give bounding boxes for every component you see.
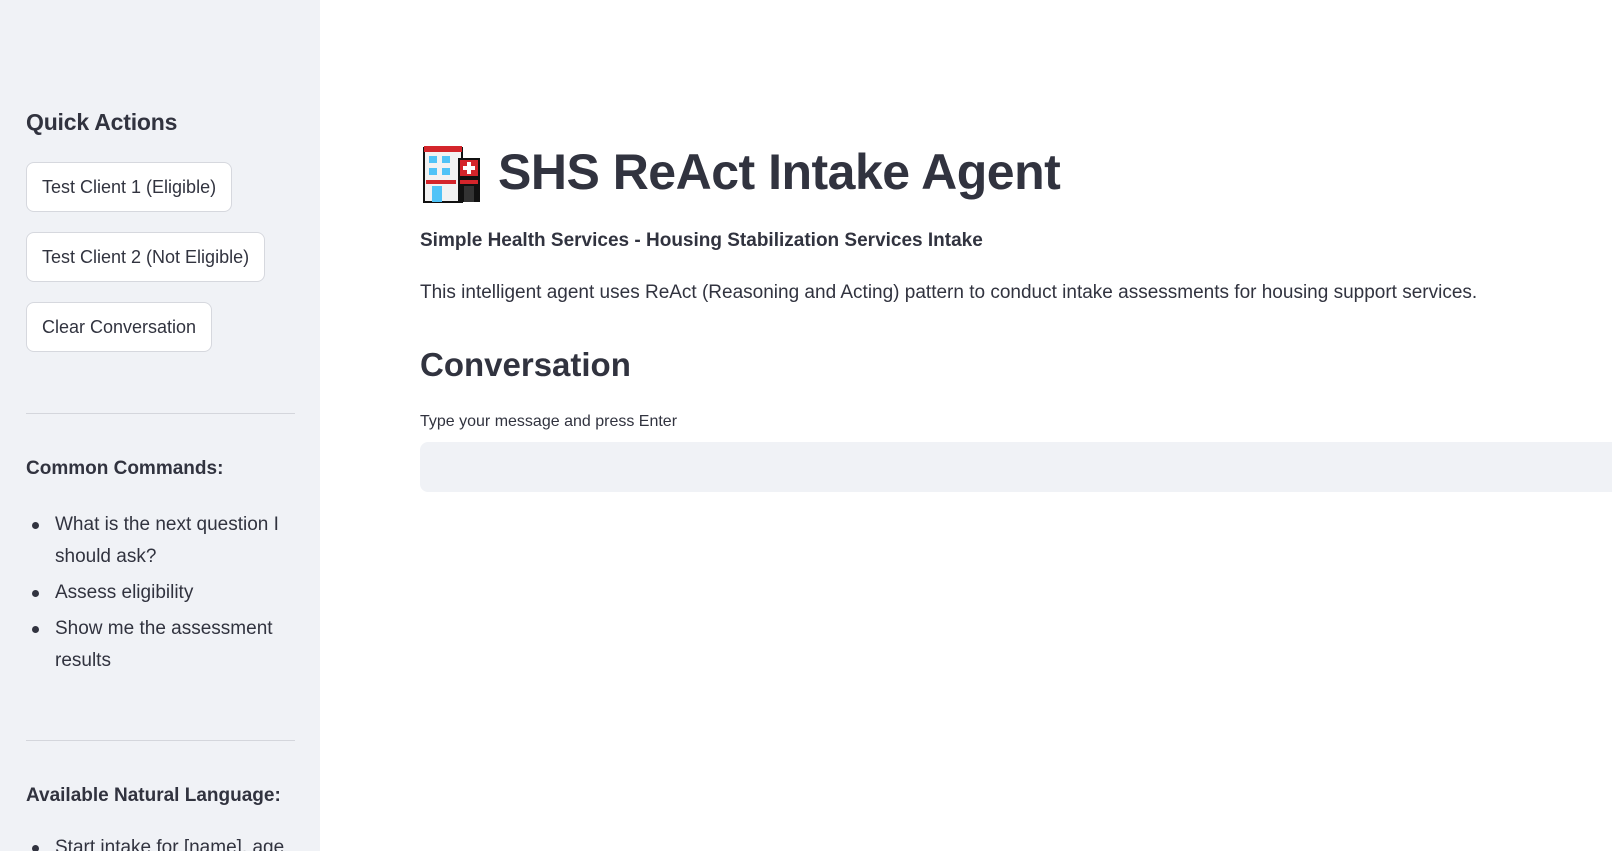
hospital-icon bbox=[423, 146, 480, 203]
sidebar-divider bbox=[26, 740, 295, 741]
page-title: SHS ReAct Intake Agent bbox=[498, 144, 1061, 200]
sidebar: Quick Actions Test Client 1 (Eligible) T… bbox=[0, 0, 320, 851]
list-item: What is the next question I should ask? bbox=[26, 509, 295, 573]
sidebar-divider bbox=[26, 413, 295, 414]
message-input[interactable] bbox=[420, 442, 1612, 492]
test-client-2-button[interactable]: Test Client 2 (Not Eligible) bbox=[26, 232, 266, 282]
app-window: Quick Actions Test Client 1 (Eligible) T… bbox=[0, 0, 1612, 851]
clear-conversation-button[interactable]: Clear Conversation bbox=[26, 302, 213, 352]
list-item: Assess eligibility bbox=[26, 577, 295, 609]
page-header: SHS ReAct Intake Agent bbox=[420, 140, 1061, 204]
page-description: This intelligent agent uses ReAct (Reaso… bbox=[420, 282, 1478, 303]
main-content: SHS ReAct Intake Agent Simple Health Ser… bbox=[320, 0, 1612, 851]
common-commands-heading: Common Commands: bbox=[26, 458, 224, 479]
page-subtitle: Simple Health Services - Housing Stabili… bbox=[420, 230, 983, 251]
common-commands-list: What is the next question I should ask? … bbox=[26, 509, 295, 681]
conversation-heading: Conversation bbox=[420, 346, 631, 383]
test-client-1-button[interactable]: Test Client 1 (Eligible) bbox=[26, 162, 233, 212]
natural-language-list: Start intake for [name], age bbox=[26, 832, 295, 851]
list-item: Show me the assessment results bbox=[26, 613, 295, 677]
quick-actions-heading: Quick Actions bbox=[26, 109, 178, 135]
list-item: Start intake for [name], age bbox=[26, 832, 295, 851]
message-input-label: Type your message and press Enter bbox=[420, 413, 678, 430]
natural-language-heading: Available Natural Language: bbox=[26, 785, 281, 806]
